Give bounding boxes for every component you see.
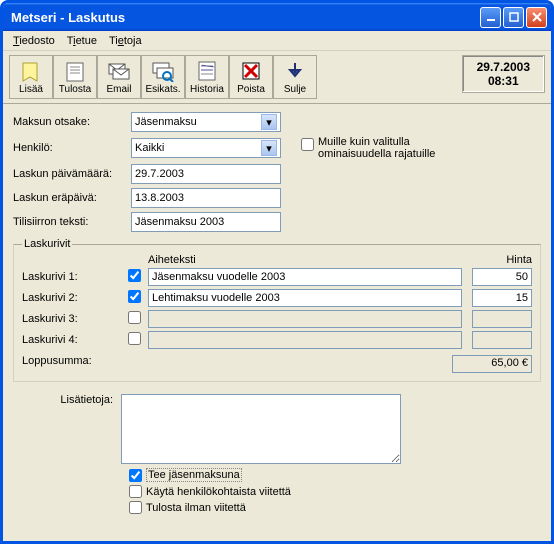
input-laskun-erapv[interactable] (131, 188, 281, 208)
check-row1[interactable] (128, 269, 141, 282)
menubar: Tiedosto Tietue Tietoja (3, 31, 551, 51)
delete-label: Poista (237, 84, 265, 95)
email-label: Email (106, 84, 131, 95)
delete-button[interactable]: Poista (229, 55, 273, 99)
opt-ilman-label: Tulosta ilman viitettä (146, 502, 246, 514)
options-group: Tee jäsenmaksuna Käytä henkilökohtaista … (3, 466, 551, 523)
toolbar: Lisää Tulosta Email Esikats. Historia Po… (3, 51, 551, 104)
app-window: Metseri - Laskutus Tiedosto Tietue Tieto… (0, 0, 554, 544)
input-laskun-pvm[interactable] (131, 164, 281, 184)
price-row3[interactable] (472, 310, 532, 328)
checkbox-muille-input[interactable] (301, 138, 314, 151)
label-laskun-pvm: Laskun päivämäärä: (13, 168, 131, 180)
combo-maksun-otsake[interactable]: Jäsenmaksu▾ (131, 112, 281, 132)
check-row4[interactable] (128, 332, 141, 345)
chevron-down-icon: ▾ (261, 140, 277, 156)
col-hinta: Hinta (472, 254, 532, 266)
print-button[interactable]: Tulosta (53, 55, 97, 99)
menu-file[interactable]: Tiedosto (7, 33, 61, 49)
input-tilisiirron[interactable] (131, 212, 281, 232)
opt-jasen-input[interactable] (129, 469, 142, 482)
form-area: Maksun otsake: Jäsenmaksu▾ Henkilö: Kaik… (3, 104, 551, 392)
minimize-button[interactable] (480, 7, 501, 28)
print-label: Tulosta (59, 84, 91, 95)
text-row3[interactable] (148, 310, 462, 328)
value-total: 65,00 € (452, 355, 532, 373)
history-button[interactable]: Historia (185, 55, 229, 99)
text-row4[interactable] (148, 331, 462, 349)
history-label: Historia (190, 84, 224, 95)
label-maksun-otsake: Maksun otsake: (13, 116, 131, 128)
price-row2[interactable] (472, 289, 532, 307)
close-window-button[interactable] (526, 7, 547, 28)
label-row3: Laskurivi 3: (22, 313, 120, 325)
col-aiheteksti: Aiheteksti (148, 254, 472, 266)
add-label: Lisää (19, 84, 43, 95)
label-additional: Lisätietoja: (13, 394, 121, 464)
label-henkilo: Henkilö: (13, 142, 131, 154)
history-icon (196, 59, 218, 83)
invoice-rows-group: Laskurivit Aiheteksti Hinta Laskurivi 1:… (13, 238, 541, 382)
close-icon (284, 59, 306, 83)
additional-row: Lisätietoja: (3, 392, 551, 466)
chevron-down-icon: ▾ (261, 114, 277, 130)
preview-icon (151, 59, 175, 83)
email-icon (107, 59, 131, 83)
menu-record[interactable]: Tietue (61, 33, 103, 49)
clock-box: 29.7.2003 08:31 (462, 55, 545, 93)
text-row2[interactable] (148, 289, 462, 307)
opt-viite[interactable]: Käytä henkilökohtaista viitettä (129, 485, 541, 498)
opt-viite-input[interactable] (129, 485, 142, 498)
label-total: Loppusumma: (22, 355, 120, 373)
delete-icon (240, 59, 262, 83)
preview-button[interactable]: Esikats. (141, 55, 185, 99)
opt-viite-label: Käytä henkilökohtaista viitettä (146, 486, 291, 498)
opt-jasen[interactable]: Tee jäsenmaksuna (129, 468, 541, 482)
print-icon (64, 59, 86, 83)
email-button[interactable]: Email (97, 55, 141, 99)
textarea-additional[interactable] (121, 394, 401, 464)
opt-ilman-input[interactable] (129, 501, 142, 514)
price-row4[interactable] (472, 331, 532, 349)
label-tilisiirron: Tilisiirron teksti: (13, 216, 131, 228)
checkbox-muille[interactable]: Muille kuin valitulla ominaisuudella raj… (301, 136, 458, 160)
close-button[interactable]: Sulje (273, 55, 317, 99)
opt-ilman[interactable]: Tulosta ilman viitettä (129, 501, 541, 514)
clock-date: 29.7.2003 (477, 60, 530, 74)
combo-henkilo[interactable]: Kaikki▾ (131, 138, 281, 158)
window-title: Metseri - Laskutus (11, 10, 478, 25)
add-icon (20, 59, 42, 83)
check-row2[interactable] (128, 290, 141, 303)
menu-info[interactable]: Tietoja (103, 33, 148, 49)
opt-jasen-label: Tee jäsenmaksuna (146, 468, 242, 482)
maximize-button[interactable] (503, 7, 524, 28)
label-laskun-erapv: Laskun eräpäivä: (13, 192, 131, 204)
titlebar: Metseri - Laskutus (3, 3, 551, 31)
label-row2: Laskurivi 2: (22, 292, 120, 304)
clock-time: 08:31 (477, 74, 530, 88)
label-row4: Laskurivi 4: (22, 334, 120, 346)
text-row1[interactable] (148, 268, 462, 286)
price-row1[interactable] (472, 268, 532, 286)
preview-label: Esikats. (145, 84, 180, 95)
close-label: Sulje (284, 84, 306, 95)
label-row1: Laskurivi 1: (22, 271, 120, 283)
check-row3[interactable] (128, 311, 141, 324)
checkbox-muille-label: Muille kuin valitulla ominaisuudella raj… (318, 136, 458, 160)
invoice-rows-legend: Laskurivit (22, 238, 72, 250)
add-button[interactable]: Lisää (9, 55, 53, 99)
